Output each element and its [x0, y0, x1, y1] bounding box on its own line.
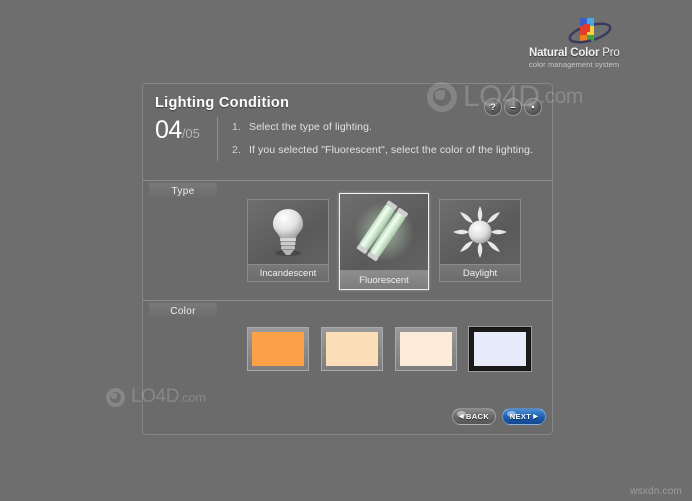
- instruction-item: 2. If you selected "Fluorescent", select…: [232, 144, 533, 156]
- help-button[interactable]: ?: [484, 98, 502, 116]
- minimize-button[interactable]: –: [504, 98, 522, 116]
- panel-header: Lighting Condition 04/05 1. Select the t…: [143, 84, 552, 181]
- color-section-label: Color: [149, 303, 217, 320]
- instruction-number: 1.: [232, 121, 241, 133]
- type-tile-label: Incandescent: [248, 264, 328, 281]
- wizard-panel: Lighting Condition 04/05 1. Select the t…: [142, 83, 553, 435]
- step-total: /05: [181, 126, 200, 141]
- back-button[interactable]: ◀ BACK: [452, 408, 496, 425]
- color-swatch-cream[interactable]: [395, 327, 457, 371]
- color-swatch-light-peach[interactable]: [321, 327, 383, 371]
- next-button-label: NEXT: [509, 412, 532, 421]
- window-controls: ? – ▪: [484, 98, 542, 116]
- color-square-orbit-icon: [567, 16, 613, 46]
- instruction-item: 1. Select the type of lighting.: [232, 121, 533, 133]
- type-section-label: Type: [149, 183, 217, 200]
- navigation-buttons: ◀ BACK NEXT ▶: [452, 408, 546, 425]
- page-title: Lighting Condition: [155, 95, 290, 111]
- step-counter: 04/05: [155, 115, 217, 145]
- next-button[interactable]: NEXT ▶: [502, 408, 546, 425]
- swatch-fill: [400, 332, 452, 366]
- brand-logo: Natural Color Pro color management syste…: [529, 16, 679, 69]
- type-tile-label: Daylight: [440, 264, 520, 281]
- lightbulb-icon: [248, 200, 328, 264]
- brand-tagline: color management system: [529, 60, 620, 69]
- sun-icon: [440, 200, 520, 264]
- lock-button[interactable]: ▪: [524, 98, 542, 116]
- swatch-fill: [474, 332, 526, 366]
- footer-text: wsxdn.com: [630, 486, 682, 497]
- swatch-fill: [252, 332, 304, 366]
- type-tile-fluorescent[interactable]: Fluorescent: [339, 193, 429, 290]
- type-tile-label: Fluorescent: [340, 270, 428, 289]
- step-current: 04: [155, 116, 182, 144]
- color-section: Color ◀ BACK NEXT ▶: [143, 301, 552, 434]
- instruction-text: Select the type of lighting.: [249, 121, 373, 133]
- instruction-number: 2.: [232, 144, 241, 156]
- back-arrow-icon: ◀: [458, 414, 464, 420]
- next-arrow-icon: ▶: [533, 414, 539, 420]
- brand-name-suffix: Pro: [599, 47, 620, 59]
- type-section: Type Incandescent Fluorescent Daylight: [143, 181, 552, 301]
- brand-name: Natural Color Pro: [529, 47, 679, 59]
- back-button-label: BACK: [465, 412, 490, 421]
- color-swatch-warm-orange[interactable]: [247, 327, 309, 371]
- swatch-fill: [326, 332, 378, 366]
- type-tile-incandescent[interactable]: Incandescent: [247, 199, 329, 282]
- type-tile-daylight[interactable]: Daylight: [439, 199, 521, 282]
- instruction-text: If you selected "Fluorescent", select th…: [249, 144, 534, 156]
- step-row: 04/05 1. Select the type of lighting. 2.…: [155, 115, 540, 167]
- color-swatch-cool-white[interactable]: [469, 327, 531, 371]
- color-swatch-list: [247, 327, 531, 371]
- step-divider: [217, 117, 218, 161]
- brand-name-main: Natural Color: [529, 47, 600, 59]
- instruction-list: 1. Select the type of lighting. 2. If yo…: [232, 115, 533, 167]
- type-tile-list: Incandescent Fluorescent Daylight: [247, 193, 521, 290]
- lo4d-logo-icon: [106, 387, 125, 407]
- fluorescent-tube-icon: [340, 194, 428, 270]
